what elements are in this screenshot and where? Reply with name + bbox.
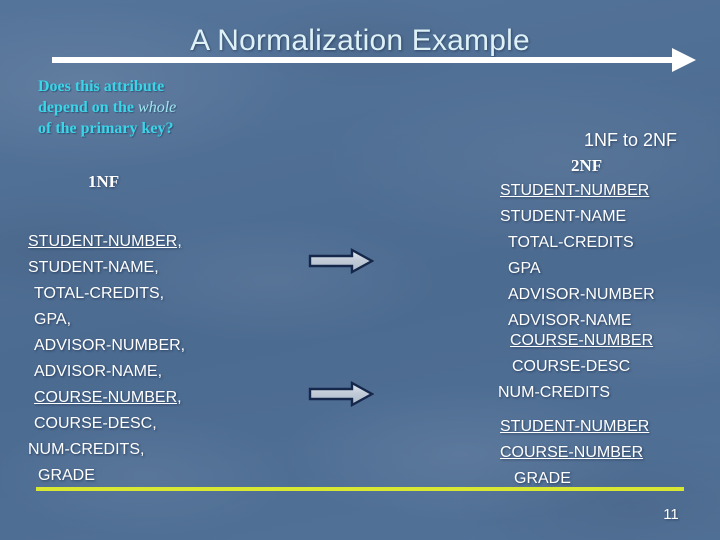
question-line-3: of the primary key?: [38, 120, 174, 137]
label-1nf: 1NF: [88, 172, 120, 191]
attribute-label: NUM-CREDITS: [498, 384, 610, 401]
question-callout: Does this attribute depend on the whole …: [38, 76, 278, 139]
list-item: COURSE-NUMBER,: [28, 385, 185, 411]
attribute-label: STUDENT-NUMBER: [500, 182, 650, 199]
page-title: A Normalization Example: [190, 24, 530, 57]
attribute-label: ADVISOR-NAME,: [34, 363, 163, 380]
attribute-label: COURSE-DESC: [512, 358, 631, 375]
list-item: ADVISOR-NAME,: [28, 359, 185, 385]
list-item: COURSE-NUMBER: [500, 440, 649, 466]
attribute-label: STUDENT-NAME,: [28, 259, 159, 276]
attribute-label: ADVISOR-NUMBER: [508, 286, 655, 303]
attribute-label: GPA,: [34, 311, 72, 328]
attribute-label: ADVISOR-NUMBER,: [34, 337, 186, 354]
page-number: 11: [663, 506, 679, 523]
list-item: ADVISOR-NUMBER,: [28, 333, 185, 359]
list-item: COURSE-DESC: [498, 354, 653, 380]
attribute-list-2nf-grade: STUDENT-NUMBER COURSE-NUMBER GRADE: [500, 414, 649, 492]
list-item: ADVISOR-NUMBER: [500, 282, 655, 308]
attribute-label: COURSE-NUMBER,: [34, 389, 182, 406]
attribute-list-2nf-student: STUDENT-NUMBER STUDENT-NAME TOTAL-CREDIT…: [500, 178, 655, 334]
attribute-list-1nf: STUDENT-NUMBER, STUDENT-NAME, TOTAL-CRED…: [28, 229, 185, 489]
list-item: STUDENT-NUMBER: [500, 178, 655, 204]
attribute-label: COURSE-NUMBER: [510, 332, 654, 349]
list-item: STUDENT-NAME,: [28, 255, 185, 281]
attribute-label: STUDENT-NAME: [500, 208, 627, 225]
question-line-2-prefix: depend on the: [38, 99, 139, 116]
attribute-label: TOTAL-CREDITS: [508, 234, 634, 251]
attribute-label: COURSE-DESC,: [34, 415, 157, 432]
attribute-label: NUM-CREDITS,: [28, 441, 145, 458]
list-item: NUM-CREDITS: [498, 380, 653, 406]
attribute-list-2nf-course: COURSE-NUMBER COURSE-DESC NUM-CREDITS: [498, 328, 653, 406]
title-underline-rule: [52, 57, 676, 63]
list-item: GPA,: [28, 307, 185, 333]
list-item: STUDENT-NUMBER: [500, 414, 649, 440]
list-item: STUDENT-NUMBER,: [28, 229, 185, 255]
footer-divider: [36, 487, 684, 491]
list-item: COURSE-DESC,: [28, 411, 185, 437]
list-item: GRADE: [28, 463, 185, 489]
block-right-arrow-icon: [308, 248, 374, 274]
list-item: COURSE-NUMBER: [498, 328, 653, 354]
list-item: GPA: [500, 256, 655, 282]
list-item: TOTAL-CREDITS: [500, 230, 655, 256]
slide-canvas: A Normalization Example Does this attrib…: [0, 0, 720, 540]
list-item: STUDENT-NAME: [500, 204, 655, 230]
question-emphasis-word: whole: [138, 99, 177, 116]
attribute-label: STUDENT-NUMBER: [500, 418, 650, 435]
label-2nf: 2NF: [571, 156, 603, 175]
right-arrow-icon: [672, 48, 696, 72]
attribute-label: GRADE: [38, 467, 95, 484]
list-item: TOTAL-CREDITS,: [28, 281, 185, 307]
attribute-label: COURSE-NUMBER: [500, 444, 644, 461]
attribute-label: GPA: [508, 260, 541, 277]
transition-heading: 1NF to 2NF: [584, 130, 678, 150]
attribute-label: ADVISOR-NAME: [508, 312, 632, 329]
list-item: NUM-CREDITS,: [28, 437, 185, 463]
question-line-1: Does this attribute: [38, 78, 165, 95]
attribute-label: TOTAL-CREDITS,: [34, 285, 165, 302]
attribute-label: GRADE: [514, 470, 571, 487]
attribute-label: STUDENT-NUMBER,: [28, 233, 182, 250]
block-right-arrow-icon: [308, 381, 374, 407]
